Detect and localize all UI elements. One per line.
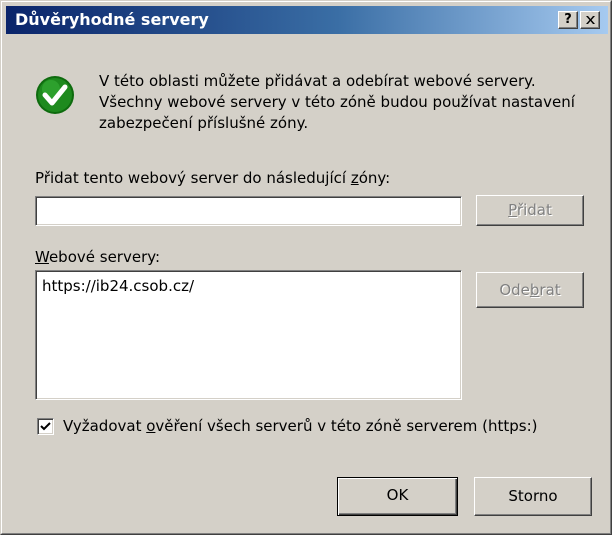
require-https-checkbox[interactable] [37,418,54,435]
remove-label: Ode [499,281,530,299]
zone-label-text: Přidat tento webový server do následujíc… [35,169,351,187]
servers-list[interactable]: https://ib24.csob.cz/ [35,270,462,400]
servers-label-mnemonic: W [35,248,49,266]
dialog-frame: Důvěryhodné servery ? V této oblasti můž… [1,1,611,534]
list-item[interactable]: https://ib24.csob.cz/ [42,277,455,295]
zone-url-input[interactable] [35,196,462,226]
cancel-button[interactable]: Storno [474,477,592,516]
remove-button[interactable]: Odebrat [476,272,584,308]
window-title: Důvěryhodné servery [15,10,209,29]
require-https-text: Vyžadovat [63,417,147,435]
checkmark-icon [36,76,74,114]
zone-input-label: Přidat tento webový server do následujíc… [35,169,390,187]
info-line: Všechny webové servery v této zóně budou… [99,93,575,111]
remove-label-end: rat [539,281,561,299]
help-icon: ? [564,12,572,27]
require-https-text-end: věření všech serverů v této zóně servere… [155,417,538,435]
add-label-end: řidat [516,201,552,219]
close-icon [586,16,595,24]
ok-button[interactable]: OK [337,477,458,516]
title-bar[interactable]: Důvěryhodné servery ? [6,6,608,34]
servers-label: Webové servery: [35,248,160,266]
info-line: zabezpečení příslušné zóny. [99,114,309,132]
servers-label-text: ebové servery: [48,248,161,266]
zone-label-text-end: óny: [358,169,391,187]
help-button[interactable]: ? [558,11,578,29]
remove-mnemonic: b [529,281,540,299]
check-icon [40,422,51,431]
require-https-label[interactable]: Vyžadovat ověření všech serverů v této z… [63,417,537,435]
add-button[interactable]: Přidat [476,195,584,226]
add-mnemonic: P [508,201,517,219]
info-line: V této oblasti můžete přidávat a odebíra… [99,72,536,90]
trusted-sites-dialog: Důvěryhodné servery ? V této oblasti můž… [0,0,612,535]
zone-label-mnemonic: z [350,169,359,187]
info-description: V této oblasti můžete přidávat a odebíra… [99,71,599,134]
close-button[interactable] [580,11,600,29]
